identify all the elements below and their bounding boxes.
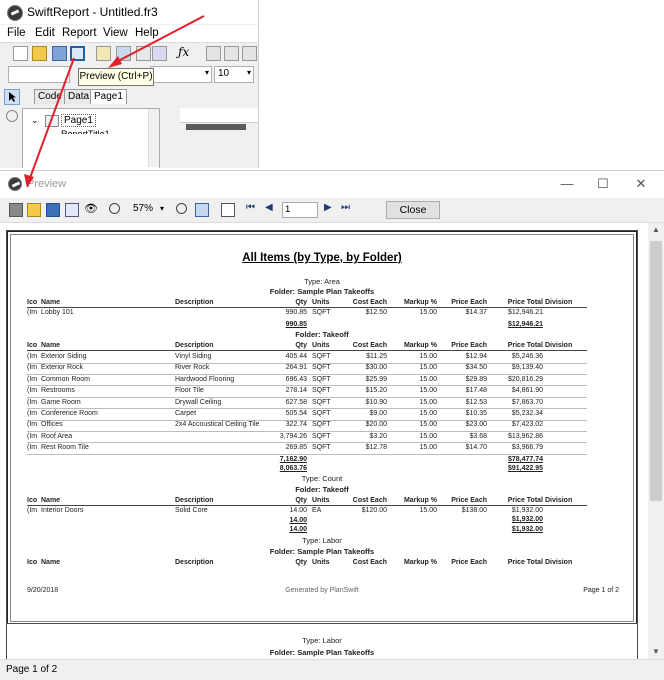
annotation-arrowhead-2 (24, 174, 34, 188)
annotation-arrows (24, 15, 205, 188)
annotation-arrowhead-1 (108, 56, 122, 68)
annotation-arrow-1 (119, 15, 205, 61)
annotation-arrow-2 (29, 57, 75, 179)
